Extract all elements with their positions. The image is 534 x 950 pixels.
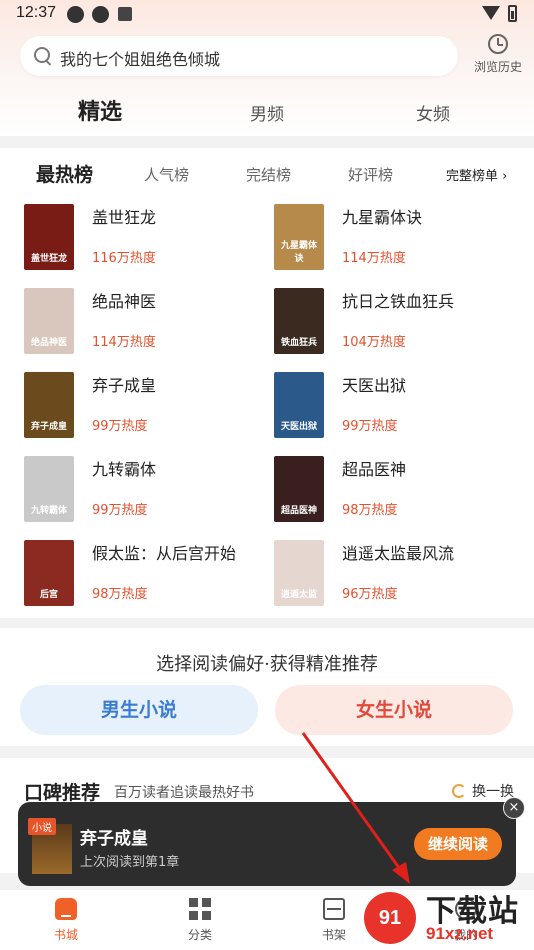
bookshelf-icon (323, 898, 345, 920)
book-heat: 96万热度 (342, 587, 398, 602)
book-heat: 98万热度 (92, 587, 148, 602)
nav-label: 书架 (321, 928, 346, 942)
book-cover: 九转霸体 (24, 456, 74, 522)
tab-featured[interactable]: 精选 (78, 94, 122, 126)
rank-tab-hottest[interactable]: 最热榜 (36, 160, 93, 187)
continue-reading-bar[interactable]: 小说 弃子成皇 上次阅读到第1章 继续阅读 (18, 802, 516, 886)
book-heat: 99万热度 (92, 419, 148, 434)
book-title: 抗日之铁血狂兵 (342, 292, 455, 311)
rank-tab-rated[interactable]: 好评榜 (348, 164, 393, 185)
book-heat: 116万热度 (92, 251, 156, 266)
home-icon (55, 898, 77, 920)
notification-icon (118, 7, 132, 21)
book-title: 天医出狱 (342, 376, 407, 395)
nav-bookstore[interactable]: 书城 (36, 898, 96, 943)
ranking-tabs: 最热榜 人气榜 完结榜 好评榜 完整榜单 › (0, 160, 534, 190)
refresh-icon (452, 784, 466, 798)
book-title: 逍遥太监最风流 (342, 544, 455, 563)
book-heat: 114万热度 (92, 335, 156, 350)
book-heat: 99万热度 (342, 419, 398, 434)
book-item[interactable]: 绝品神医 绝品神医 114万热度 (24, 288, 264, 358)
book-title: 盖世狂龙 (92, 208, 157, 227)
recommend-subtitle: 百万读者追读最热好书 (114, 785, 254, 801)
book-heat: 114万热度 (342, 251, 406, 266)
book-title: 九星霸体诀 (342, 208, 423, 227)
book-title: 绝品神医 (92, 292, 157, 311)
male-novel-button[interactable]: 男生小说 (20, 685, 258, 735)
watermark: 91 下载站 91xz.net (364, 884, 534, 950)
watermark-logo: 91 (364, 892, 416, 944)
tab-female[interactable]: 女频 (416, 100, 450, 125)
book-cover: 绝品神医 (24, 288, 74, 354)
book-cover: 逍遥太监 (274, 540, 324, 606)
book-cover: 超品医神 (274, 456, 324, 522)
book-cover: 铁血狂兵 (274, 288, 324, 354)
book-heat: 99万热度 (92, 503, 148, 518)
continue-reading-button[interactable]: 继续阅读 (414, 828, 502, 860)
status-bar: 12:37 (0, 0, 534, 30)
nav-bookshelf[interactable]: 书架 (304, 898, 364, 943)
tab-male[interactable]: 男频 (250, 100, 284, 125)
nav-label: 分类 (187, 928, 212, 942)
book-item[interactable]: 天医出狱 天医出狱 99万热度 (274, 372, 514, 442)
search-input[interactable]: 我的七个姐姐绝色倾城 (20, 36, 458, 76)
book-item[interactable]: 铁血狂兵 抗日之铁血狂兵 104万热度 (274, 288, 514, 358)
book-item[interactable]: 逍遥太监 逍遥太监最风流 96万热度 (274, 540, 514, 610)
book-heat: 104万热度 (342, 335, 406, 350)
book-title: 超品医神 (342, 460, 407, 479)
battery-icon (508, 5, 517, 22)
wifi-icon (482, 6, 500, 20)
book-item[interactable]: 九星霸体诀 九星霸体诀 114万热度 (274, 204, 514, 274)
book-title: 假太监：从后宫开始 (92, 544, 237, 563)
history-label: 浏览历史 (473, 60, 522, 74)
book-item[interactable]: 后宫 假太监：从后宫开始 98万热度 (24, 540, 264, 610)
main-tabs: 精选 男频 女频 (0, 92, 534, 128)
close-icon[interactable]: × (503, 797, 525, 819)
clock-icon (488, 34, 508, 54)
book-cover: 天医出狱 (274, 372, 324, 438)
book-title: 弃子成皇 (92, 376, 157, 395)
novel-tag: 小说 (28, 818, 56, 835)
book-heat: 98万热度 (342, 503, 398, 518)
female-novel-button[interactable]: 女生小说 (275, 685, 513, 735)
swap-button[interactable]: 换一换 (452, 781, 514, 801)
full-ranking-link[interactable]: 完整榜单 › (446, 165, 507, 184)
rank-tab-finished[interactable]: 完结榜 (246, 164, 291, 185)
rank-tab-popular[interactable]: 人气榜 (144, 164, 189, 185)
nav-category[interactable]: 分类 (170, 898, 230, 943)
book-item[interactable]: 盖世狂龙 盖世狂龙 116万热度 (24, 204, 264, 274)
book-item[interactable]: 九转霸体 九转霸体 99万热度 (24, 456, 264, 526)
book-item[interactable]: 超品医神 超品医神 98万热度 (274, 456, 514, 526)
book-cover: 弃子成皇 (24, 372, 74, 438)
watermark-url: 91xz.net (426, 924, 494, 943)
reading-progress: 上次阅读到第1章 (80, 855, 180, 870)
book-cover: 九星霸体诀 (274, 204, 324, 270)
preference-section: 选择阅读偏好·获得精准推荐 男生小说 女生小说 (0, 628, 534, 746)
notification-icon (92, 6, 109, 23)
nav-label: 书城 (53, 928, 78, 942)
notification-icon (67, 6, 84, 23)
preference-title: 选择阅读偏好·获得精准推荐 (156, 654, 378, 675)
book-cover: 后宫 (24, 540, 74, 606)
recommend-title: 口碑推荐 (24, 782, 101, 804)
search-placeholder: 我的七个姐姐绝色倾城 (60, 50, 221, 69)
continue-book-title: 弃子成皇 (80, 829, 148, 849)
book-title: 九转霸体 (92, 460, 157, 479)
history-button[interactable]: 浏览历史 (468, 34, 528, 75)
book-cover: 盖世狂龙 (24, 204, 74, 270)
ranking-section: 最热榜 人气榜 完结榜 好评榜 完整榜单 › 盖世狂龙 盖世狂龙 116万热度 … (0, 148, 534, 618)
grid-icon (189, 898, 211, 920)
search-icon (34, 47, 50, 63)
status-time: 12:37 (16, 4, 57, 21)
book-item[interactable]: 弃子成皇 弃子成皇 99万热度 (24, 372, 264, 442)
